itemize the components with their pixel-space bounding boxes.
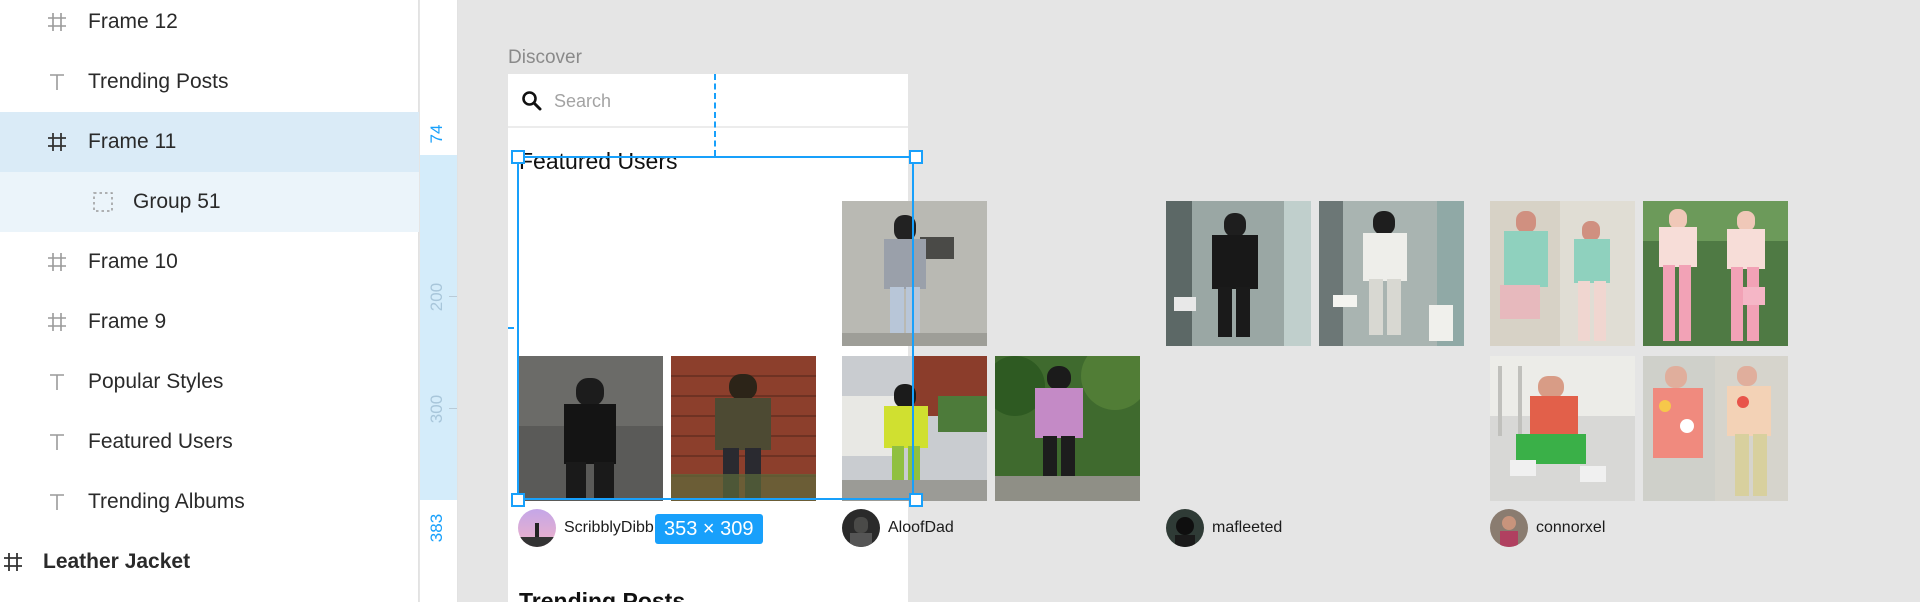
resize-handle-top-left[interactable] — [511, 150, 525, 164]
user-photo — [1166, 201, 1311, 346]
layer-label: Trending Posts — [88, 70, 229, 93]
layer-frame-10[interactable]: Frame 10 — [0, 232, 419, 292]
user-photo — [995, 356, 1140, 501]
search-bar[interactable]: Search — [508, 74, 908, 128]
layer-label: Popular Styles — [88, 370, 224, 393]
frame-icon — [45, 310, 69, 334]
user-connorxel[interactable]: connorxel — [1490, 508, 1605, 548]
layer-label: Frame 11 — [88, 130, 177, 153]
user-photo — [1490, 356, 1635, 501]
layer-label: Featured Users — [88, 430, 233, 453]
layers-panel: Frame 12 Trending Posts Frame 11 Group 5… — [0, 0, 419, 602]
design-canvas[interactable]: Discover Search Featured Users ScribblyD… — [458, 0, 1920, 602]
distance-guide — [714, 74, 716, 156]
selection-size-badge: 353 × 309 — [655, 514, 763, 544]
layer-trending-posts[interactable]: Trending Posts — [0, 52, 419, 112]
username: AloofDad — [888, 519, 954, 536]
ruler-label-end: 383 — [427, 513, 446, 543]
user-photo — [1319, 201, 1464, 346]
search-placeholder: Search — [554, 91, 612, 111]
selection-box[interactable] — [517, 156, 914, 500]
resize-handle-bottom-left[interactable] — [511, 493, 525, 507]
text-icon — [45, 490, 69, 514]
ruler-tick — [449, 296, 457, 297]
layer-frame-11[interactable]: Frame 11 — [0, 112, 419, 172]
ruler-label-start: 74 — [427, 124, 446, 144]
ruler-selection-highlight — [420, 155, 457, 500]
avatar — [842, 509, 880, 547]
layer-frame-9[interactable]: Frame 9 — [0, 292, 419, 352]
trending-posts-heading: Trending Posts — [519, 588, 686, 602]
ruler-label-200: 200 — [427, 282, 446, 312]
user-photo — [1643, 356, 1788, 501]
layer-trending-albums[interactable]: Trending Albums — [0, 472, 419, 532]
username: mafleeted — [1212, 519, 1283, 536]
user-aloofdad[interactable]: AloofDad — [842, 508, 954, 548]
user-mafleeted[interactable]: mafleeted — [1166, 508, 1282, 548]
resize-handle-top-right[interactable] — [909, 150, 923, 164]
group-icon — [91, 190, 115, 214]
username: ScribblyDibb — [564, 519, 654, 536]
layer-label: Frame 9 — [88, 310, 167, 333]
avatar — [1166, 509, 1204, 547]
frame-icon — [45, 250, 69, 274]
text-icon — [45, 430, 69, 454]
layer-leather-jacket[interactable]: Leather Jacket — [0, 532, 419, 592]
user-scribblydibb[interactable]: ScribblyDibb — [518, 508, 654, 548]
user-photo — [1490, 201, 1635, 346]
layer-label: Frame 12 — [88, 10, 178, 33]
distance-guide — [508, 327, 514, 329]
ruler-tick — [449, 408, 457, 409]
username: connorxel — [1536, 519, 1606, 536]
vertical-ruler[interactable]: 74 200 300 383 — [420, 0, 458, 602]
layer-popular-styles[interactable]: Popular Styles — [0, 352, 419, 412]
frame-icon — [1, 550, 25, 574]
layer-label: Leather Jacket — [43, 550, 191, 573]
layer-frame-12[interactable]: Frame 12 — [0, 0, 419, 52]
user-photo — [1643, 201, 1788, 346]
avatar — [518, 509, 556, 547]
frame-icon — [45, 130, 69, 154]
avatar — [1490, 509, 1528, 547]
layer-group-51[interactable]: Group 51 — [0, 172, 419, 232]
layer-label: Group 51 — [133, 190, 221, 213]
layer-label: Trending Albums — [88, 490, 245, 513]
layer-featured-users[interactable]: Featured Users — [0, 412, 419, 472]
layer-label: Frame 10 — [88, 250, 178, 273]
text-icon — [45, 70, 69, 94]
frame-title[interactable]: Discover — [508, 47, 582, 69]
ruler-label-300: 300 — [427, 394, 446, 424]
search-icon — [520, 89, 544, 118]
frame-icon — [45, 10, 69, 34]
text-icon — [45, 370, 69, 394]
resize-handle-bottom-right[interactable] — [909, 493, 923, 507]
